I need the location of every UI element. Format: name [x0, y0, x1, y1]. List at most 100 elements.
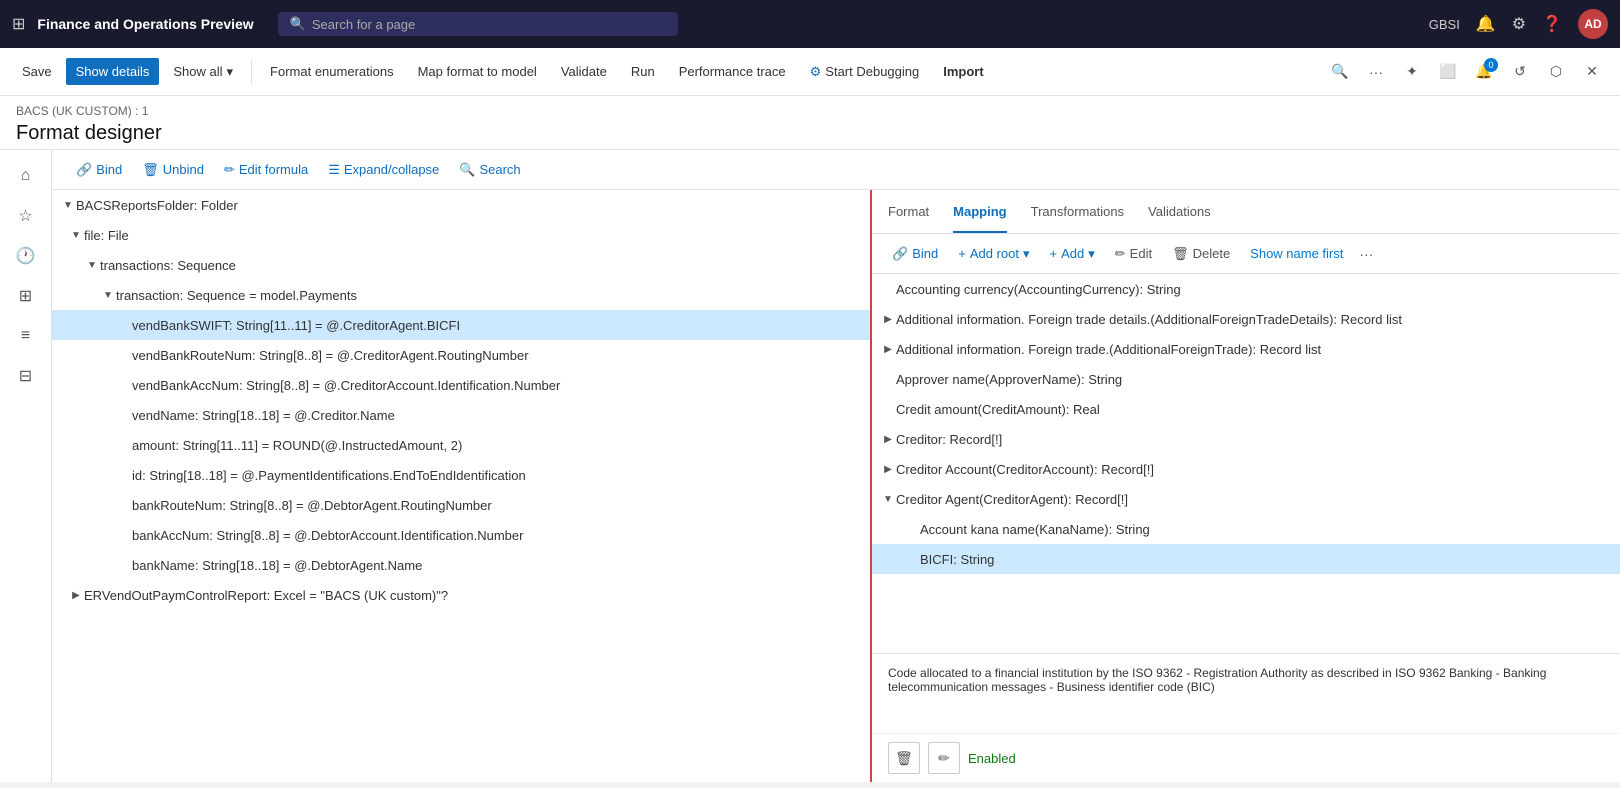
badge-button[interactable]: 🔔0: [1468, 56, 1500, 88]
tree-toggle-open[interactable]: [84, 257, 100, 273]
map-node[interactable]: ▶Additional information. Foreign trade d…: [872, 304, 1620, 334]
show-all-button[interactable]: Show all ▾: [163, 58, 243, 86]
sidebar-history-icon[interactable]: 🕐: [8, 238, 44, 274]
delete-desc-button[interactable]: 🗑: [888, 742, 920, 774]
delete-button[interactable]: 🗑 Delete: [1164, 242, 1238, 266]
delete-icon: 🗑: [1172, 246, 1189, 262]
sidebar-star-icon[interactable]: ☆: [8, 198, 44, 234]
tree-toggle-closed[interactable]: [68, 587, 84, 603]
tree-node-text: bankName: String[18..18] = @.DebtorAgent…: [132, 558, 422, 573]
tree-toggle-open[interactable]: [100, 287, 116, 303]
save-button[interactable]: Save: [12, 58, 62, 85]
tree-node[interactable]: vendName: String[18..18] = @.Creditor.Na…: [52, 400, 870, 430]
more-options-button[interactable]: ···: [1360, 56, 1392, 88]
filter-icon[interactable]: ⊟: [8, 358, 44, 394]
tab-mapping[interactable]: Mapping: [953, 192, 1006, 233]
map-node-text: Additional information. Foreign trade de…: [896, 312, 1402, 327]
tree-node-text: transactions: Sequence: [100, 258, 236, 273]
tree-node[interactable]: file: File: [52, 220, 870, 250]
tree-toggle-leaf: [116, 377, 132, 393]
tree-node-text: file: File: [84, 228, 129, 243]
map-toggle-open[interactable]: ▼: [880, 494, 896, 505]
tree-node[interactable]: vendBankSWIFT: String[11..11] = @.Credit…: [52, 310, 870, 340]
left-sidebar: ⌂ ☆ 🕐 ⊞ ≡ ⊟: [0, 150, 52, 782]
tree-node[interactable]: bankName: String[18..18] = @.DebtorAgent…: [52, 550, 870, 580]
map-node[interactable]: Approver name(ApproverName): String: [872, 364, 1620, 394]
map-toggle-closed[interactable]: ▶: [880, 344, 896, 355]
add-root-icon: +: [958, 246, 966, 261]
tree-node[interactable]: bankAccNum: String[8..8] = @.DebtorAccou…: [52, 520, 870, 550]
close-button[interactable]: ✕: [1576, 56, 1608, 88]
settings-icon[interactable]: ⚙: [1512, 14, 1526, 34]
nav-icons: GBSI 🔔 ⚙ ❓ AD: [1429, 9, 1608, 39]
tab-format[interactable]: Format: [888, 192, 929, 233]
start-debugging-button[interactable]: ⚙ Start Debugging: [800, 58, 930, 86]
layout-button[interactable]: ✦: [1396, 56, 1428, 88]
add-button[interactable]: + Add ▾: [1042, 242, 1103, 266]
tree-node[interactable]: transaction: Sequence = model.Payments: [52, 280, 870, 310]
show-details-button[interactable]: Show details: [66, 58, 160, 85]
bind-button[interactable]: 🔗 Bind: [68, 158, 130, 182]
tree-node[interactable]: vendBankAccNum: String[8..8] = @.Credito…: [52, 370, 870, 400]
tree-container: BACSReportsFolder: Folder file: File trans…: [52, 190, 870, 610]
map-toggle-closed[interactable]: ▶: [880, 464, 896, 475]
tree-node-text: vendBankSWIFT: String[11..11] = @.Credit…: [132, 318, 460, 333]
tab-validations[interactable]: Validations: [1148, 192, 1211, 233]
map-node[interactable]: Accounting currency(AccountingCurrency):…: [872, 274, 1620, 304]
tree-node[interactable]: transactions: Sequence: [52, 250, 870, 280]
tree-node[interactable]: ERVendOutPaymControlReport: Excel = "BAC…: [52, 580, 870, 610]
app-title: Finance and Operations Preview: [37, 16, 253, 32]
tree-node[interactable]: id: String[18..18] = @.PaymentIdentifica…: [52, 460, 870, 490]
grid-icon[interactable]: ⊞: [12, 14, 25, 34]
expand-button[interactable]: ⬡: [1540, 56, 1572, 88]
map-node[interactable]: ▶Creditor: Record[!]: [872, 424, 1620, 454]
import-button[interactable]: Import: [933, 58, 993, 85]
mapping-tabs: Format Mapping Transformations Validatio…: [872, 190, 1620, 234]
tree-node[interactable]: amount: String[11..11] = ROUND(@.Instruc…: [52, 430, 870, 460]
tab-transformations[interactable]: Transformations: [1031, 192, 1124, 233]
map-node[interactable]: ▼Creditor Agent(CreditorAgent): Record[!…: [872, 484, 1620, 514]
user-avatar[interactable]: AD: [1578, 9, 1608, 39]
map-format-to-model-button[interactable]: Map format to model: [408, 58, 547, 85]
map-node[interactable]: ▶Creditor Account(CreditorAccount): Reco…: [872, 454, 1620, 484]
enabled-badge: Enabled: [968, 751, 1016, 766]
tree-toggle-open[interactable]: [60, 197, 76, 213]
map-node[interactable]: Credit amount(CreditAmount): Real: [872, 394, 1620, 424]
more-map-options[interactable]: ···: [1355, 246, 1377, 262]
edit-formula-button[interactable]: ✏ Edit formula: [216, 158, 316, 182]
map-node[interactable]: ▶Additional information. Foreign trade.(…: [872, 334, 1620, 364]
expand-collapse-button[interactable]: ☰ Expand/collapse: [320, 158, 447, 182]
format-enumerations-button[interactable]: Format enumerations: [260, 58, 404, 85]
search-format-button[interactable]: 🔍 Search: [451, 158, 528, 182]
sidebar-home-icon[interactable]: ⌂: [8, 158, 44, 194]
map-toggle-leaf: [904, 524, 920, 535]
help-icon[interactable]: ❓: [1542, 14, 1562, 34]
description-footer: 🗑 ✏ Enabled: [872, 733, 1620, 782]
tree-node[interactable]: BACSReportsFolder: Folder: [52, 190, 870, 220]
map-node[interactable]: Account kana name(KanaName): String: [872, 514, 1620, 544]
map-toggle-closed[interactable]: ▶: [880, 314, 896, 325]
tree-node-text: BACSReportsFolder: Folder: [76, 198, 238, 213]
search-toolbar-button[interactable]: 🔍: [1324, 56, 1356, 88]
search-input[interactable]: [312, 17, 666, 32]
edit-desc-button[interactable]: ✏: [928, 742, 960, 774]
performance-trace-button[interactable]: Performance trace: [669, 58, 796, 85]
map-bind-button[interactable]: 🔗 Bind: [884, 242, 946, 266]
add-root-button[interactable]: + Add root ▾: [950, 242, 1037, 266]
map-toggle-closed[interactable]: ▶: [880, 434, 896, 445]
refresh-button[interactable]: ↺: [1504, 56, 1536, 88]
tree-toggle-open[interactable]: [68, 227, 84, 243]
tree-toggle-leaf: [116, 557, 132, 573]
unbind-button[interactable]: 🗑 Unbind: [134, 158, 212, 182]
tree-node[interactable]: bankRouteNum: String[8..8] = @.DebtorAge…: [52, 490, 870, 520]
notification-icon[interactable]: 🔔: [1476, 14, 1496, 34]
edit-button[interactable]: ✏ Edit: [1107, 242, 1160, 266]
panel-button[interactable]: ⬜: [1432, 56, 1464, 88]
map-node[interactable]: BICFI: String: [872, 544, 1620, 574]
sidebar-grid-icon[interactable]: ⊞: [8, 278, 44, 314]
validate-button[interactable]: Validate: [551, 58, 617, 85]
run-button[interactable]: Run: [621, 58, 665, 85]
show-name-first-button[interactable]: Show name first: [1242, 242, 1351, 265]
tree-node[interactable]: vendBankRouteNum: String[8..8] = @.Credi…: [52, 340, 870, 370]
sidebar-list-icon[interactable]: ≡: [8, 318, 44, 354]
